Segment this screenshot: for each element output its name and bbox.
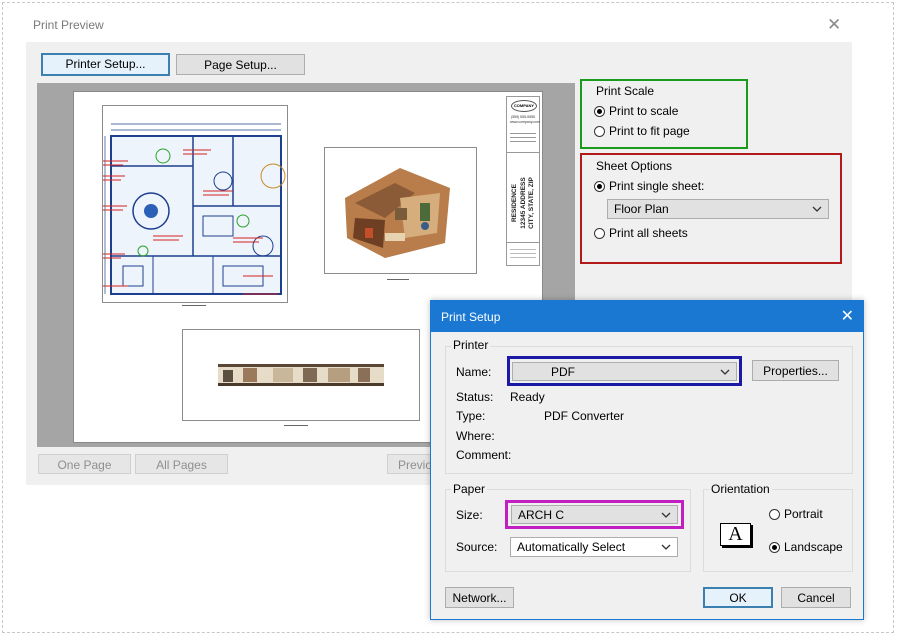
- chevron-down-icon: [812, 206, 822, 212]
- status-value: Ready: [510, 390, 545, 404]
- print-preview-title: Print Preview: [33, 18, 104, 32]
- radio-selected-icon: [594, 180, 605, 192]
- company-logo: COMPANY: [511, 100, 537, 112]
- name-label: Name:: [456, 365, 492, 379]
- floor-plan-drawing: [103, 123, 286, 295]
- orientation-preview-icon: A: [720, 523, 751, 546]
- close-icon[interactable]: ✕: [827, 16, 841, 33]
- print-setup-title: Print Setup: [441, 310, 501, 324]
- print-to-scale-label: Print to scale: [609, 104, 679, 118]
- sheet-select-value: Floor Plan: [614, 202, 669, 216]
- sheet-options-group: Sheet Options Print single sheet: Floor …: [580, 153, 842, 264]
- cancel-button[interactable]: Cancel: [781, 587, 851, 608]
- status-label: Status:: [456, 390, 494, 404]
- sheet-select[interactable]: Floor Plan: [607, 199, 829, 219]
- print-all-sheets-radio[interactable]: Print all sheets: [594, 226, 688, 240]
- paper-size-value: ARCH C: [518, 508, 565, 522]
- page-setup-button[interactable]: Page Setup...: [176, 54, 305, 75]
- project-title: RESIDENCE: [511, 184, 518, 222]
- overview-rendering: [345, 168, 450, 258]
- sheet-options-title: Sheet Options: [594, 159, 675, 173]
- paper-source-select[interactable]: Automatically Select: [510, 537, 678, 557]
- project-address: 12345 ADDRESS CITY, STATE, ZIP: [519, 177, 536, 229]
- type-value: PDF Converter: [544, 409, 625, 423]
- landscape-label: Landscape: [784, 540, 843, 554]
- paper-source-value: Automatically Select: [517, 540, 626, 554]
- printer-setup-button[interactable]: Printer Setup...: [41, 53, 170, 76]
- elevation-rendering: [218, 364, 384, 386]
- project-name: RESIDENCE 12345 ADDRESS CITY, STATE, ZIP: [511, 157, 537, 249]
- company-contact: (555) 555-5555 www.company.com: [510, 115, 540, 124]
- close-icon[interactable]: ✕: [841, 306, 854, 326]
- ok-button[interactable]: OK: [703, 587, 773, 608]
- print-to-fit-page-radio[interactable]: Print to fit page: [594, 124, 690, 138]
- print-all-sheets-label: Print all sheets: [609, 226, 688, 240]
- portrait-radio[interactable]: Portrait: [769, 507, 823, 521]
- print-setup-dialog: Print Setup ✕ Printer Name: PDF Properti…: [430, 300, 864, 620]
- type-label: Type:: [456, 409, 486, 423]
- printer-name-select[interactable]: PDF: [512, 362, 737, 381]
- portrait-label: Portrait: [784, 507, 823, 521]
- size-label: Size:: [456, 508, 483, 522]
- print-single-sheet-radio[interactable]: Print single sheet:: [594, 179, 704, 193]
- printer-name-value: PDF: [551, 365, 575, 379]
- chevron-down-icon: [661, 544, 671, 550]
- radio-empty-icon: [769, 508, 780, 520]
- all-pages-button[interactable]: All Pages: [135, 454, 228, 474]
- paper-size-highlight: ARCH C: [505, 500, 684, 529]
- where-label: Where:: [456, 429, 495, 443]
- one-page-button[interactable]: One Page: [38, 454, 131, 474]
- chevron-down-icon: [661, 512, 671, 518]
- print-scale-group: Print Scale Print to scale Print to fit …: [580, 79, 748, 149]
- radio-empty-icon: [594, 227, 605, 239]
- print-scale-title: Print Scale: [594, 84, 657, 98]
- landscape-radio[interactable]: Landscape: [769, 540, 843, 554]
- overview-caption: [387, 279, 409, 284]
- printer-name-highlight: PDF: [507, 356, 742, 386]
- radio-empty-icon: [594, 125, 605, 137]
- elevation-caption: [284, 425, 308, 430]
- printer-group-title: Printer: [451, 338, 491, 352]
- print-to-scale-radio[interactable]: Print to scale: [594, 104, 678, 118]
- properties-button[interactable]: Properties...: [752, 360, 839, 381]
- title-block: COMPANY (555) 555-5555 www.company.com R…: [506, 96, 540, 266]
- print-setup-titlebar: Print Setup ✕: [431, 301, 863, 332]
- comment-label: Comment:: [456, 448, 512, 462]
- orientation-group-title: Orientation: [709, 482, 772, 496]
- paper-size-select[interactable]: ARCH C: [511, 505, 678, 524]
- radio-selected-icon: [594, 105, 605, 117]
- floor-plan-viewport: [102, 105, 288, 303]
- paper-group-title: Paper: [451, 482, 488, 496]
- elevation-viewport: [182, 329, 420, 421]
- floor-plan-caption: [182, 305, 206, 310]
- print-options-panel: Print Scale Print to scale Print to fit …: [576, 79, 842, 264]
- chevron-down-icon: [720, 369, 730, 375]
- print-to-fit-page-label: Print to fit page: [609, 124, 690, 138]
- source-label: Source:: [456, 540, 498, 554]
- radio-selected-icon: [769, 541, 780, 553]
- print-single-sheet-label: Print single sheet:: [609, 179, 705, 193]
- overview-viewport: [324, 147, 477, 274]
- network-button[interactable]: Network...: [445, 587, 514, 608]
